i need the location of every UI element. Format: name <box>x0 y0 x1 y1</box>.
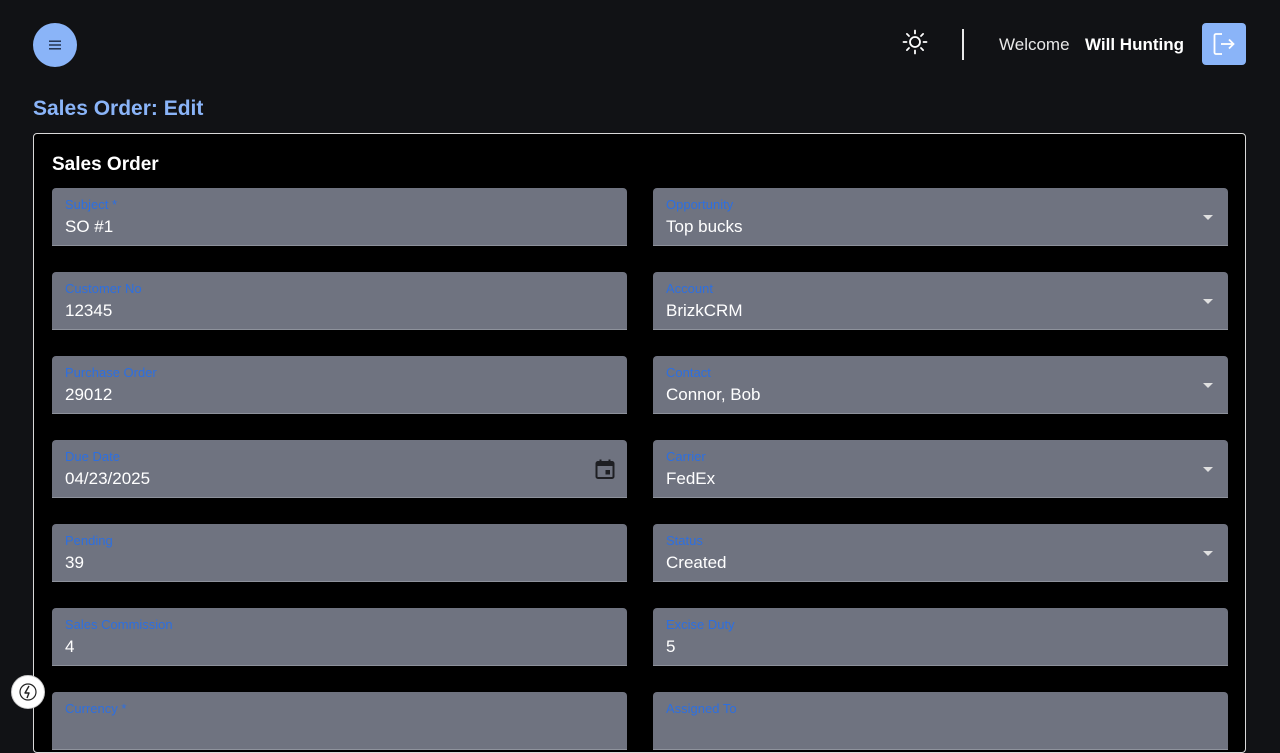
header-divider <box>962 29 964 60</box>
calendar-icon[interactable] <box>594 458 616 480</box>
user-name: Will Hunting <box>1085 35 1184 54</box>
theme-toggle-button[interactable] <box>899 26 931 58</box>
section-title: Sales Order <box>52 154 159 175</box>
opportunity-select[interactable]: Opportunity Top bucks <box>653 188 1228 246</box>
contact-select[interactable]: Contact Connor, Bob <box>653 356 1228 414</box>
menu-button[interactable] <box>33 23 77 67</box>
due-date-field[interactable]: Due Date 04/23/2025 <box>52 440 627 498</box>
field-value: 04/23/2025 <box>65 469 151 488</box>
field-value: Top bucks <box>666 217 743 236</box>
menu-icon <box>49 40 61 50</box>
purchase-order-field[interactable]: Purchase Order 29012 <box>52 356 627 414</box>
chevron-down-icon <box>1203 383 1213 388</box>
field-label: Customer No <box>65 281 142 296</box>
carrier-select[interactable]: Carrier FedEx <box>653 440 1228 498</box>
excise-duty-field[interactable]: Excise Duty 5 <box>653 608 1228 666</box>
chevron-down-icon <box>1203 551 1213 556</box>
devtools-button[interactable] <box>11 675 45 709</box>
field-value: SO #1 <box>65 217 114 236</box>
sun-icon <box>902 29 928 55</box>
welcome-label: Welcome <box>999 35 1070 54</box>
field-value: BrizkCRM <box>666 301 743 320</box>
top-bar: Welcome Will Hunting <box>0 0 1280 90</box>
field-label: Currency * <box>65 701 127 716</box>
field-label: Assigned To <box>666 701 737 716</box>
field-label: Due Date <box>65 449 120 464</box>
field-label: Subject * <box>65 197 118 212</box>
field-value: 5 <box>666 637 676 656</box>
currency-select[interactable]: Currency * <box>52 692 627 750</box>
customer-no-field[interactable]: Customer No 12345 <box>52 272 627 330</box>
logout-icon <box>1213 33 1235 55</box>
chevron-down-icon <box>1203 467 1213 472</box>
lightning-icon <box>19 683 37 701</box>
field-label: Excise Duty <box>666 617 735 632</box>
logout-button[interactable] <box>1202 23 1246 65</box>
chevron-down-icon <box>1203 215 1213 220</box>
field-value: FedEx <box>666 469 716 488</box>
field-label: Purchase Order <box>65 365 157 380</box>
field-label: Sales Commission <box>65 617 173 632</box>
field-value: 4 <box>65 637 75 656</box>
field-value: Connor, Bob <box>666 385 761 404</box>
field-value: Created <box>666 553 727 572</box>
subject-field[interactable]: Subject * SO #1 <box>52 188 627 246</box>
field-value: 39 <box>65 553 84 572</box>
field-label: Account <box>666 281 713 296</box>
status-select[interactable]: Status Created <box>653 524 1228 582</box>
field-label: Contact <box>666 365 711 380</box>
account-select[interactable]: Account BrizkCRM <box>653 272 1228 330</box>
sales-commission-field[interactable]: Sales Commission 4 <box>52 608 627 666</box>
page-title: Sales Order: Edit <box>33 97 204 120</box>
assigned-to-select[interactable]: Assigned To <box>653 692 1228 750</box>
field-label: Carrier <box>666 449 706 464</box>
field-value: 12345 <box>65 301 113 320</box>
field-label: Pending <box>65 533 113 548</box>
chevron-down-icon <box>1203 299 1213 304</box>
sales-order-card: Sales Order Subject * SO #1 Opportunity … <box>33 133 1246 753</box>
field-label: Status <box>666 533 703 548</box>
field-label: Opportunity <box>666 197 734 212</box>
field-value: 29012 <box>65 385 113 404</box>
pending-field[interactable]: Pending 39 <box>52 524 627 582</box>
